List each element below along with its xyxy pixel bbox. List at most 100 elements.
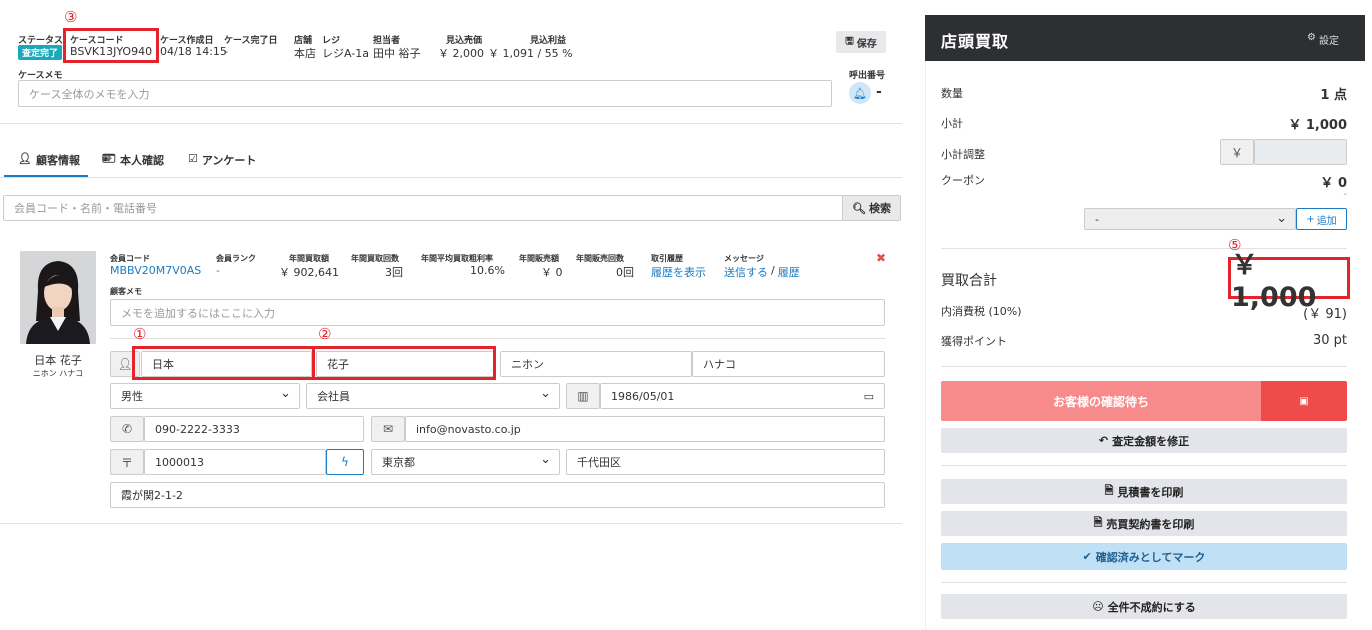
- birthday-input[interactable]: 1986/05/01 ▭: [600, 383, 885, 409]
- search-button[interactable]: 🔍︎ 検索: [842, 195, 901, 221]
- postal-lookup-bolt-icon[interactable]: ϟ: [326, 449, 364, 475]
- register-value: レジA-1a: [322, 47, 369, 60]
- last-kana-input[interactable]: ニホン: [500, 351, 692, 377]
- gender-value: 男性: [121, 390, 143, 403]
- print-contract-label: 売買契約書を印刷: [1106, 517, 1195, 531]
- qr-code-icon[interactable]: ▣: [1261, 381, 1347, 421]
- call-number-label: 呼出番号: [849, 71, 886, 81]
- quantity-value: 1 点: [1320, 88, 1347, 103]
- subtotal-value: ￥ 1,000: [1288, 118, 1347, 133]
- subtotal-label: 小計: [941, 117, 963, 130]
- occupation-value: 会社員: [317, 390, 350, 403]
- coupon-label: クーポン: [941, 174, 985, 187]
- est-sale-value: ￥ 2,000: [438, 47, 484, 60]
- address-value: 霞が関2-1-2: [121, 489, 183, 502]
- bell-icon[interactable]: 🔔︎: [849, 82, 871, 104]
- annual-sale-count-value: 0回: [616, 266, 634, 279]
- fix-amount-label: 査定金額を修正: [1112, 434, 1190, 448]
- customer-memo-input[interactable]: メモを追加するにはここに入力: [110, 299, 885, 326]
- subtotal-adjust-label: 小計調整: [941, 148, 985, 161]
- card-divider: [110, 338, 886, 339]
- tab-customer-info[interactable]: 👤︎ 顧客情報: [18, 152, 80, 168]
- prefecture-select[interactable]: 東京都: [371, 449, 560, 475]
- bottom-divider: [0, 523, 902, 524]
- awaiting-confirmation-button[interactable]: お客様の確認待ち: [941, 381, 1261, 421]
- print-estimate-label: 見積書を印刷: [1117, 485, 1184, 499]
- occupation-select[interactable]: 会社員: [306, 383, 560, 409]
- annotation-box-3: [63, 28, 159, 63]
- history-label: 取引履歴: [651, 254, 683, 263]
- member-rank-label: 会員ランク: [216, 254, 256, 263]
- tab-identity[interactable]: 🪪︎ 本人確認: [102, 152, 164, 168]
- calendar-icon[interactable]: ▭: [864, 390, 874, 403]
- points-value: 30 pt: [1312, 333, 1347, 348]
- coupon-select-value: -: [1095, 212, 1099, 226]
- store-value: 本店: [294, 47, 316, 60]
- customer-photo: [20, 251, 96, 344]
- remove-customer-icon[interactable]: ✖: [876, 251, 886, 265]
- case-completed-label: ケース完了日: [224, 36, 278, 46]
- subtotal-adjust-input[interactable]: [1254, 139, 1347, 165]
- first-kana-input[interactable]: ハナコ: [692, 351, 885, 377]
- coupon-select[interactable]: -: [1084, 208, 1296, 230]
- fix-amount-button[interactable]: ↶ 査定金額を修正: [941, 428, 1347, 453]
- save-button[interactable]: 🖫 保存: [836, 31, 886, 53]
- status-badge: 査定完了: [18, 45, 63, 60]
- coupon-sub-value: -: [1343, 189, 1347, 200]
- envelope-icon: ✉: [371, 416, 405, 442]
- message-send-link[interactable]: 送信する: [724, 264, 768, 280]
- message-history-link[interactable]: 履歴: [778, 264, 800, 280]
- postal-icon: 〒: [110, 449, 144, 475]
- customer-memo-label: 顧客メモ: [110, 287, 142, 296]
- annotation-box-2: [312, 346, 496, 380]
- pdf-file-icon: 🗎: [1104, 484, 1114, 497]
- staff-value: 田中 裕子: [373, 47, 421, 60]
- annual-buy-label: 年間買取額: [289, 254, 329, 263]
- tab-survey[interactable]: ☑ アンケート: [188, 152, 256, 168]
- search-icon: 🔍︎: [852, 201, 866, 215]
- history-link[interactable]: 履歴を表示: [651, 264, 706, 280]
- gear-icon: ⚙: [1307, 32, 1316, 43]
- phone-icon: ✆: [110, 416, 144, 442]
- annotation-number-1: ①: [133, 325, 147, 343]
- tab-customer-info-label: 顧客情報: [35, 154, 80, 167]
- annotation-box-1: [132, 346, 315, 380]
- add-coupon-button[interactable]: + 追加: [1296, 208, 1347, 230]
- message-label: メッセージ: [724, 254, 764, 263]
- member-code-link[interactable]: MBBV20M7V0AS: [110, 264, 201, 277]
- panel-divider-2: [941, 366, 1347, 367]
- settings-link[interactable]: ⚙ 設定: [1307, 32, 1339, 47]
- message-separator: /: [771, 264, 775, 277]
- city-input[interactable]: 千代田区: [566, 449, 885, 475]
- gender-select[interactable]: 男性: [110, 383, 300, 409]
- customer-display-name: 日本 花子: [34, 354, 82, 367]
- case-memo-input[interactable]: ケース全体のメモを入力: [18, 80, 832, 107]
- postal-code-input[interactable]: 1000013: [144, 449, 326, 475]
- member-search-placeholder: 会員コード・名前・電話番号: [14, 202, 157, 215]
- cancel-all-button[interactable]: ☹ 全件不成約にする: [941, 594, 1347, 619]
- member-search-input[interactable]: 会員コード・名前・電話番号: [3, 195, 843, 221]
- first-kana-value: ハナコ: [703, 358, 736, 371]
- customer-display-kana: ニホン ハナコ: [32, 369, 84, 378]
- total-value: ￥ 1,000: [1228, 250, 1350, 313]
- check-icon: ✔: [1082, 550, 1092, 563]
- panel-title: 店頭買取: [941, 32, 1010, 51]
- pdf-file-icon: 🗎: [1093, 516, 1103, 529]
- avg-margin-value: 10.6%: [470, 264, 505, 277]
- email-value: info@novasto.co.jp: [416, 422, 521, 436]
- phone-value: 090-2222-3333: [155, 422, 240, 436]
- email-input[interactable]: info@novasto.co.jp: [405, 416, 885, 442]
- quantity-label: 数量: [941, 87, 963, 100]
- phone-input[interactable]: 090-2222-3333: [144, 416, 364, 442]
- address-input[interactable]: 霞が関2-1-2: [110, 482, 885, 508]
- total-label: 買取合計: [941, 273, 997, 289]
- print-contract-button[interactable]: 🗎 売買契約書を印刷: [941, 511, 1347, 536]
- last-kana-value: ニホン: [511, 358, 544, 371]
- print-estimate-button[interactable]: 🗎 見積書を印刷: [941, 479, 1347, 504]
- frown-icon: ☹: [1092, 600, 1104, 613]
- undo-icon: ↶: [1098, 434, 1109, 447]
- adjust-currency-addon: ￥: [1220, 139, 1254, 165]
- save-button-label: 保存: [856, 38, 877, 50]
- mark-confirmed-button[interactable]: ✔ 確認済みとしてマーク: [941, 543, 1347, 570]
- city-value: 千代田区: [577, 456, 621, 469]
